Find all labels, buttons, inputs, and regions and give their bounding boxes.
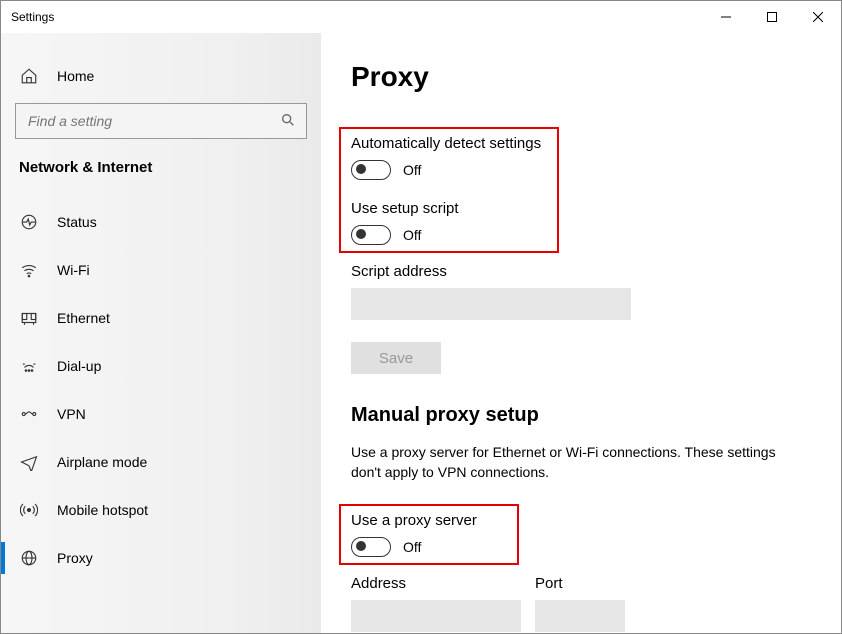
port-input[interactable]	[535, 600, 625, 632]
auto-detect-toggle[interactable]	[351, 160, 391, 180]
sidebar-home[interactable]: Home	[1, 57, 321, 95]
search-input-container[interactable]	[15, 103, 307, 139]
window-title: Settings	[11, 10, 54, 24]
use-script-toggle[interactable]	[351, 225, 391, 245]
use-script-label: Use setup script	[351, 200, 547, 217]
minimize-button[interactable]	[703, 1, 749, 33]
ethernet-icon	[19, 309, 39, 327]
highlight-proxy-section: Use a proxy server Off	[339, 504, 519, 565]
window-controls	[703, 1, 841, 33]
sidebar-item-label: Proxy	[57, 550, 93, 566]
sidebar-item-status[interactable]: Status	[1, 198, 321, 246]
use-proxy-label: Use a proxy server	[351, 512, 507, 529]
sidebar-nav: Status Wi-Fi Ethernet	[1, 198, 321, 582]
address-input[interactable]	[351, 600, 521, 632]
save-button-label: Save	[379, 350, 413, 367]
sidebar-item-label: Ethernet	[57, 310, 110, 326]
settings-window: Settings Home	[0, 0, 842, 634]
use-proxy-state: Off	[403, 539, 421, 555]
home-icon	[19, 67, 39, 85]
script-address-label: Script address	[351, 263, 811, 280]
sidebar: Home Network & Internet Status	[1, 33, 321, 633]
wifi-icon	[19, 261, 39, 279]
sidebar-item-label: Mobile hotspot	[57, 502, 148, 518]
sidebar-item-wifi[interactable]: Wi-Fi	[1, 246, 321, 294]
sidebar-item-vpn[interactable]: VPN	[1, 390, 321, 438]
dialup-icon	[19, 357, 39, 375]
content-area: Proxy Automatically detect settings Off …	[321, 33, 841, 633]
sidebar-home-label: Home	[57, 68, 94, 84]
status-icon	[19, 213, 39, 231]
minimize-icon	[721, 12, 731, 22]
manual-proxy-title: Manual proxy setup	[351, 404, 811, 427]
airplane-icon	[19, 453, 39, 471]
window-body: Home Network & Internet Status	[1, 33, 841, 633]
close-button[interactable]	[795, 1, 841, 33]
search-input[interactable]	[26, 112, 256, 130]
use-script-state: Off	[403, 227, 421, 243]
sidebar-item-label: Airplane mode	[57, 454, 147, 470]
toggle-knob	[356, 229, 366, 239]
manual-proxy-description: Use a proxy server for Ethernet or Wi-Fi…	[351, 443, 791, 482]
address-label: Address	[351, 575, 521, 592]
sidebar-item-ethernet[interactable]: Ethernet	[1, 294, 321, 342]
titlebar: Settings	[1, 1, 841, 33]
auto-detect-state: Off	[403, 162, 421, 178]
sidebar-item-label: Status	[57, 214, 97, 230]
search-icon	[280, 112, 296, 131]
maximize-icon	[767, 12, 777, 22]
toggle-knob	[356, 164, 366, 174]
proxy-icon	[19, 549, 39, 567]
script-address-input[interactable]	[351, 288, 631, 320]
close-icon	[813, 12, 823, 22]
sidebar-item-hotspot[interactable]: Mobile hotspot	[1, 486, 321, 534]
maximize-button[interactable]	[749, 1, 795, 33]
sidebar-item-airplane[interactable]: Airplane mode	[1, 438, 321, 486]
sidebar-item-dialup[interactable]: Dial-up	[1, 342, 321, 390]
sidebar-item-label: Wi-Fi	[57, 262, 90, 278]
highlight-auto-section: Automatically detect settings Off Use se…	[339, 127, 559, 253]
use-proxy-toggle[interactable]	[351, 537, 391, 557]
vpn-icon	[19, 405, 39, 423]
auto-detect-label: Automatically detect settings	[351, 135, 547, 152]
hotspot-icon	[19, 501, 39, 519]
sidebar-item-label: Dial-up	[57, 358, 101, 374]
port-label: Port	[535, 575, 625, 592]
page-title: Proxy	[351, 61, 811, 93]
sidebar-item-label: VPN	[57, 406, 86, 422]
save-button[interactable]: Save	[351, 342, 441, 374]
toggle-knob	[356, 541, 366, 551]
sidebar-item-proxy[interactable]: Proxy	[1, 534, 321, 582]
sidebar-section-title: Network & Internet	[1, 159, 321, 176]
